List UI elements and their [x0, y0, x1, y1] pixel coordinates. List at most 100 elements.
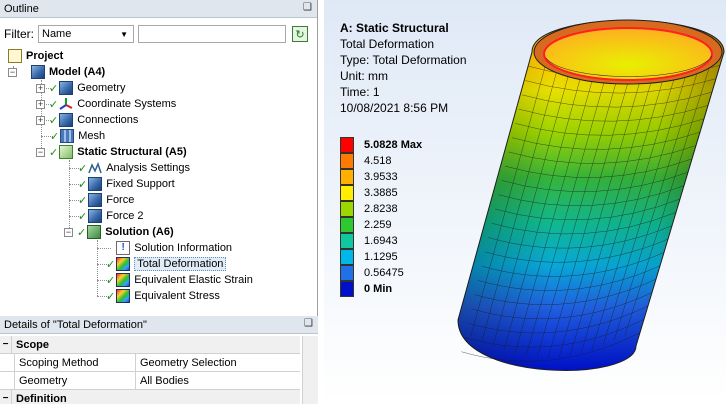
collapse-icon[interactable]: −: [8, 67, 17, 77]
tree-item-label: Equivalent Stress: [134, 290, 220, 302]
legend-swatch: [340, 265, 354, 281]
check-icon: ✓: [77, 226, 87, 239]
tree-item-label: Fixed Support: [106, 178, 175, 190]
check-icon: ✓: [78, 194, 88, 207]
details-row[interactable]: Geometry All Bodies: [0, 372, 300, 390]
filter-dropdown[interactable]: Name ▼: [38, 25, 134, 43]
section-label: Scope: [16, 338, 50, 351]
tree-item-label: Coordinate Systems: [77, 98, 177, 110]
result-timestamp: 10/08/2021 8:56 PM: [340, 101, 449, 115]
tree-item-fixed-support[interactable]: ✓ Fixed Support: [78, 176, 175, 192]
expand-icon[interactable]: +: [36, 99, 45, 109]
collapse-icon[interactable]: −: [36, 147, 45, 157]
analysis-settings-icon: [88, 161, 102, 175]
analysis-title: A: Static Structural: [340, 21, 449, 35]
legend-label: 1.1295: [364, 251, 398, 263]
result-type: Type: Total Deformation: [340, 53, 467, 67]
check-icon: ✓: [78, 210, 88, 223]
geometry-icon: [59, 81, 74, 95]
filter-input[interactable]: [138, 25, 286, 43]
legend-label: 0.56475: [364, 267, 404, 279]
legend-label: 0 Min: [364, 283, 393, 295]
legend-swatch: [340, 185, 354, 201]
project-icon: [8, 49, 22, 63]
tree-item-label: Force 2: [106, 210, 144, 222]
tree-item-label: Connections: [77, 114, 139, 126]
mesh-icon: [60, 129, 75, 143]
pin-icon[interactable]: ❑: [303, 2, 312, 13]
legend-swatch: [340, 137, 354, 153]
legend-swatch: [340, 201, 354, 217]
tree-item-label: Equivalent Elastic Strain: [134, 274, 253, 286]
collapse-icon[interactable]: −: [0, 390, 12, 404]
collapse-icon[interactable]: −: [64, 227, 73, 237]
details-panel: Details of "Total Deformation" ❑ − Scope…: [0, 316, 318, 404]
check-icon: ✓: [106, 290, 116, 303]
legend-swatch: [340, 169, 354, 185]
fixed-support-icon: [88, 177, 103, 191]
legend-label: 3.3885: [364, 187, 398, 199]
property-value[interactable]: All Bodies: [136, 372, 300, 389]
outline-tree: Project − Model (A4) + ✓ Geometry + ✓ Co…: [0, 48, 318, 310]
section-header-scope[interactable]: − Scope: [0, 336, 300, 354]
tree-item-connections[interactable]: + ✓ Connections: [36, 112, 138, 128]
tree-item-solution[interactable]: − ✓ Solution (A6): [64, 224, 174, 240]
tree-item-force-2[interactable]: ✓ Force 2: [78, 208, 144, 224]
expand-icon[interactable]: +: [36, 83, 45, 93]
tree-item-geometry[interactable]: + ✓ Geometry: [36, 80, 126, 96]
tree-item-label: Force: [106, 194, 135, 206]
connections-icon: [59, 113, 74, 127]
result-info-block: A: Static Structural Total Deformation T…: [340, 20, 467, 116]
check-icon: ✓: [49, 98, 59, 111]
check-icon: ✓: [78, 178, 88, 191]
model-icon: [31, 65, 45, 79]
legend-label: 1.6943: [364, 235, 398, 247]
tree-item-label: Project: [26, 50, 64, 62]
tree-item-label: Solution (A6): [105, 226, 174, 238]
property-value[interactable]: Geometry Selection: [136, 354, 300, 371]
tree-item-static-structural[interactable]: − ✓ Static Structural (A5): [36, 144, 187, 160]
tree-item-equivalent-elastic-strain[interactable]: ✓ Equivalent Elastic Strain: [106, 272, 253, 288]
filter-dropdown-value: Name: [42, 28, 72, 40]
legend-label: 5.0828 Max: [364, 139, 423, 151]
check-icon: ✓: [78, 162, 88, 175]
check-icon: ✓: [49, 146, 59, 159]
pin-icon[interactable]: ❑: [304, 318, 313, 329]
tree-item-equivalent-stress[interactable]: ✓ Equivalent Stress: [106, 288, 220, 304]
legend-swatch: [340, 153, 354, 169]
result-unit: Unit: mm: [340, 69, 388, 83]
legend-swatch: [340, 217, 354, 233]
left-panel: Outline ❑ Filter: Name ▼ ↻ Project − Mod…: [0, 0, 318, 404]
expand-icon[interactable]: +: [36, 115, 45, 125]
chevron-down-icon: ▼: [120, 29, 128, 39]
refresh-filter-button[interactable]: ↻: [292, 26, 308, 42]
graphics-viewport[interactable]: A: Static Structural Total Deformation T…: [324, 0, 726, 404]
tree-item-analysis-settings[interactable]: ✓ Analysis Settings: [78, 160, 190, 176]
legend-label: 2.259: [364, 219, 392, 231]
details-row[interactable]: Scoping Method Geometry Selection: [0, 354, 300, 372]
tree-item-label: Total Deformation: [134, 257, 227, 271]
details-table: − Scope Scoping Method Geometry Selectio…: [0, 336, 300, 404]
details-scrollbar[interactable]: [302, 336, 318, 404]
tree-item-mesh[interactable]: ✓ Mesh: [50, 128, 105, 144]
collapse-icon[interactable]: −: [0, 336, 12, 353]
legend-swatch: [340, 281, 354, 297]
tree-item-label: Static Structural (A5): [77, 146, 187, 158]
tree-item-total-deformation[interactable]: ✓ Total Deformation: [106, 256, 227, 272]
legend-swatch: [340, 233, 354, 249]
section-header-definition[interactable]: − Definition: [0, 390, 300, 404]
check-icon: ✓: [49, 82, 59, 95]
tree-item-solution-information[interactable]: ✓ ! Solution Information: [106, 240, 232, 256]
axes-icon: [59, 97, 73, 111]
property-key: Scoping Method: [14, 354, 136, 371]
check-icon: ✓: [106, 274, 116, 287]
legend-swatch: [340, 249, 354, 265]
tree-item-coordinate-systems[interactable]: + ✓ Coordinate Systems: [36, 96, 176, 112]
info-icon: !: [116, 241, 131, 255]
tree-item-model[interactable]: − Model (A4): [8, 64, 105, 80]
tree-item-label: Solution Information: [134, 242, 233, 254]
tree-item-label: Mesh: [78, 130, 106, 142]
tree-item-force[interactable]: ✓ Force: [78, 192, 134, 208]
outline-title-bar: Outline ❑: [0, 0, 317, 18]
tree-item-project[interactable]: Project: [8, 48, 63, 64]
